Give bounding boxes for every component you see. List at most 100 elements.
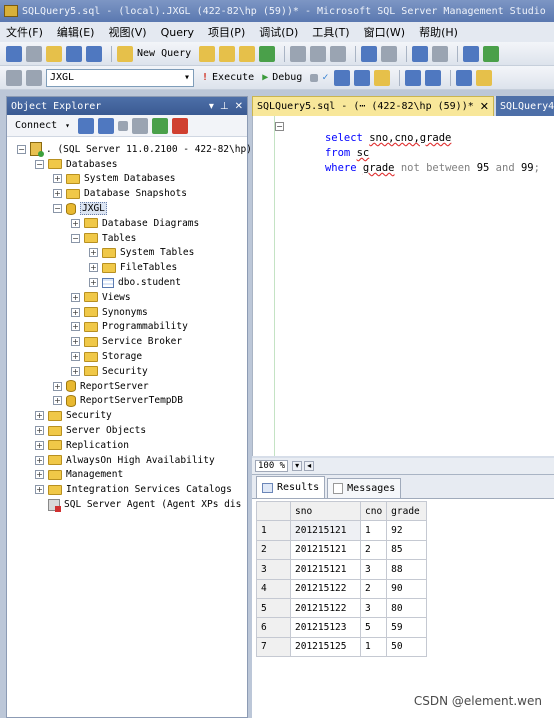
grid-cell[interactable]: 3 [359,597,388,619]
tree-node[interactable]: + Views [7,290,247,305]
row-number[interactable]: 6 [256,617,291,638]
menu-help[interactable]: 帮助(H) [419,24,458,40]
comment-icon[interactable] [476,69,493,86]
expand-icon[interactable]: + [35,411,44,421]
grid-corner[interactable] [256,500,291,522]
row-number[interactable]: 5 [256,597,291,619]
expand-icon[interactable]: + [71,322,80,332]
save-icon[interactable] [66,45,82,62]
new-query-button[interactable]: New Query [137,48,191,59]
results-to-text-icon[interactable] [405,69,422,86]
tree-node[interactable]: + dbo.student [7,275,247,290]
grid-cell[interactable]: 201215123 [290,617,361,638]
collapse-icon[interactable]: − [35,159,44,169]
grid-cell[interactable]: 88 [386,559,428,580]
change-connection-icon[interactable] [26,69,42,86]
tree-node[interactable]: + AlwaysOn High Availability [7,453,247,468]
menu-project[interactable]: 项目(P) [208,24,245,40]
expand-icon[interactable]: + [71,307,80,317]
connect-dropdown-icon[interactable]: ▾ [65,121,70,130]
display-plan-icon[interactable] [334,69,351,86]
menu-window[interactable]: 窗口(W) [364,24,405,40]
query-designer-icon[interactable] [354,69,371,86]
connect-server-icon[interactable] [77,117,94,134]
menu-edit[interactable]: 编辑(E) [57,24,95,40]
disconnect-icon[interactable] [97,117,114,134]
expand-icon[interactable]: + [89,278,98,288]
grid-cell[interactable]: 1 [359,520,388,541]
include-plan-icon[interactable] [374,69,391,86]
debug-button[interactable]: Debug [272,72,302,83]
expand-icon[interactable]: + [35,440,44,450]
tree-node[interactable]: + Server Objects [7,423,247,438]
grid-cell[interactable]: 50 [386,636,428,658]
cut-icon[interactable] [290,45,307,62]
results-to-file-icon[interactable] [456,69,473,86]
tab-sqlquery4[interactable]: SQLQuery4.sql [495,96,554,116]
expand-icon[interactable]: + [35,485,44,495]
mdx-query-icon[interactable] [239,45,256,62]
collapse-region-icon[interactable]: − [275,122,284,131]
tree-node[interactable]: + System Databases [7,172,247,187]
tree-node[interactable]: SQL Server Agent (Agent XPs dis [7,497,247,512]
add-item-icon[interactable] [26,45,42,62]
new-query-icon[interactable] [117,45,133,62]
scroll-left-icon[interactable]: ◂ [304,461,315,471]
collapse-icon[interactable]: − [53,204,62,214]
undo-icon[interactable] [361,45,378,62]
grid-cell[interactable]: 201215121 [290,539,361,561]
parse-check-icon[interactable]: ✓ [322,72,328,83]
row-number[interactable]: 1 [256,520,291,541]
grid-cell[interactable]: 80 [386,597,428,619]
grid-cell[interactable]: 201215121 [290,559,361,580]
close-icon[interactable]: ✕ [235,101,243,112]
tree-node[interactable]: + FileTables [7,260,247,275]
menu-debug[interactable]: 调试(D) [259,24,298,40]
grid-cell[interactable]: 201215122 [290,578,361,599]
tree-node[interactable]: + Database Snapshots [7,186,247,201]
tree-node[interactable]: + ReportServer [7,379,247,394]
expand-icon[interactable]: + [53,381,62,391]
execute-button[interactable]: Execute [212,72,254,83]
solution-explorer-icon[interactable] [432,45,449,62]
copy-icon[interactable] [310,45,327,62]
grid-cell[interactable]: 90 [386,578,428,599]
tree-node[interactable]: + Security [7,408,247,423]
column-header-cno[interactable]: cno [359,500,388,522]
grid-cell[interactable]: 59 [386,617,428,638]
expand-icon[interactable]: + [71,366,80,376]
tree-node[interactable]: + Management [7,468,247,483]
connect-button[interactable]: Connect [15,120,57,131]
debug-icon[interactable]: ▶ [262,72,268,83]
tab-results[interactable]: Results [256,476,326,498]
tree-node[interactable]: + Replication [7,438,247,453]
open-file-icon[interactable] [46,45,62,62]
expand-icon[interactable]: + [53,396,62,406]
grid-cell[interactable]: 92 [386,520,428,541]
row-number[interactable]: 2 [256,539,291,561]
expand-icon[interactable]: + [89,248,98,258]
expand-icon[interactable]: + [71,218,80,228]
menu-view[interactable]: 视图(V) [108,24,146,40]
expand-icon[interactable]: + [89,263,98,273]
grid-cell[interactable]: 201215121 [290,520,361,541]
menu-file[interactable]: 文件(F) [6,24,43,40]
tree-node[interactable]: − JXGL [7,201,247,216]
save-all-icon[interactable] [86,45,102,62]
grid-cell[interactable]: 2 [359,539,388,561]
db-engine-query-icon[interactable] [199,45,216,62]
cancel-query-icon[interactable] [310,73,319,82]
grid-cell[interactable]: 2 [359,578,388,599]
activity-monitor-icon[interactable] [463,45,480,62]
grid-cell[interactable]: 201215122 [290,597,361,619]
refresh-icon[interactable] [151,117,168,134]
grid-cell[interactable]: 201215125 [290,636,361,658]
navigate-backward-icon[interactable] [412,45,429,62]
pin-icon[interactable]: ⊥ [220,101,229,112]
menu-query[interactable]: Query [161,26,194,39]
tree-node[interactable]: − Tables [7,231,247,246]
zoom-dropdown-icon[interactable]: ▾ [292,461,303,471]
tree-node[interactable]: + System Tables [7,246,247,261]
tree-node[interactable]: + Database Diagrams [7,216,247,231]
close-tab-icon[interactable]: ✕ [480,100,489,113]
